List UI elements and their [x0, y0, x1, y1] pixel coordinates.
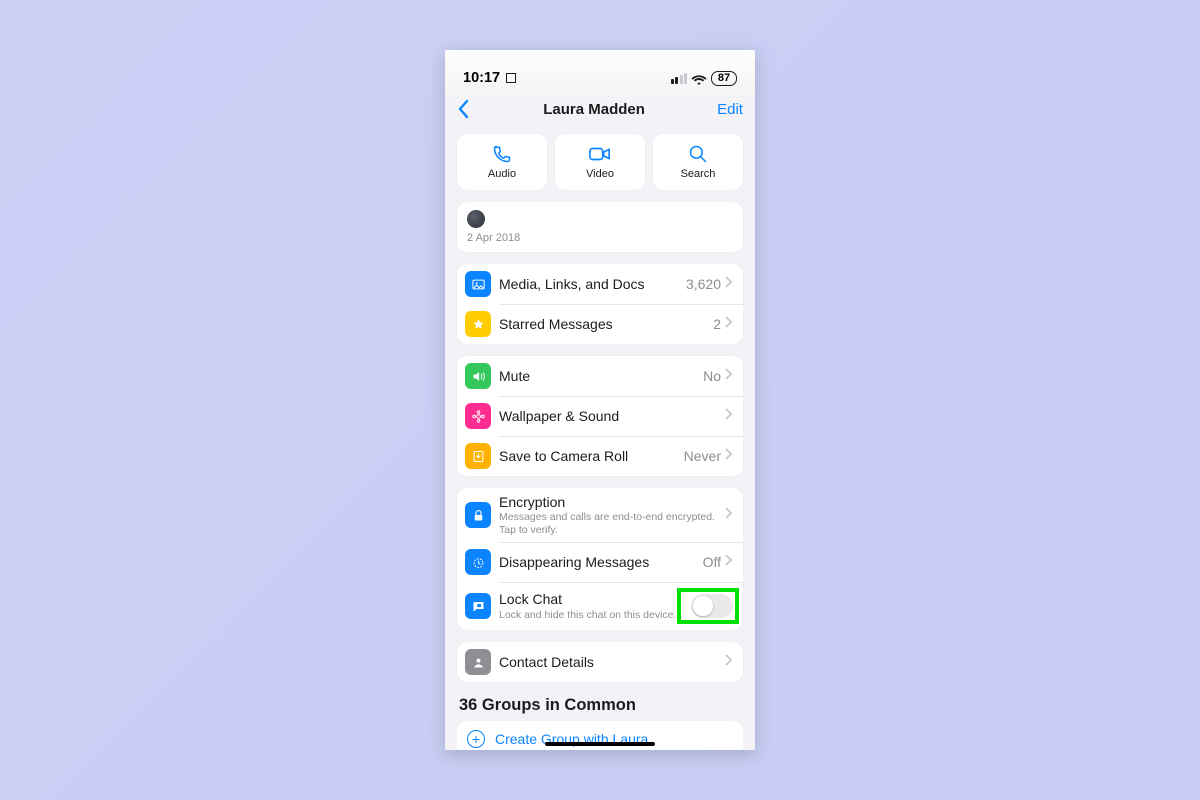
avatar-thumbnail [467, 210, 485, 228]
camera-roll-label: Save to Camera Roll [499, 448, 684, 464]
photos-icon [465, 271, 491, 297]
groups-in-common-title: 36 Groups in Common [459, 696, 741, 715]
starred-label: Starred Messages [499, 316, 713, 332]
video-call-button[interactable]: Video [555, 134, 645, 190]
security-card: Encryption Messages and calls are end-to… [457, 488, 743, 630]
wallpaper-label: Wallpaper & Sound [499, 408, 725, 424]
mute-value: No [703, 368, 721, 384]
chevron-right-icon [725, 315, 733, 333]
action-row: Audio Video Search [457, 134, 743, 190]
encryption-label: Encryption [499, 494, 725, 510]
disappearing-value: Off [703, 554, 721, 570]
content-scroll[interactable]: Audio Video Search 2 Apr 2018 Media, Lin… [445, 126, 755, 750]
search-label: Search [681, 168, 716, 180]
lock-chat-toggle[interactable] [691, 594, 733, 618]
search-icon [688, 144, 708, 164]
video-icon [589, 144, 611, 164]
media-starred-card: Media, Links, and Docs 3,620 Starred Mes… [457, 264, 743, 344]
status-time-text: 10:17 [463, 70, 500, 86]
chevron-right-icon [725, 407, 733, 425]
about-card[interactable]: 2 Apr 2018 [457, 202, 743, 252]
phone-frame: 10:17 87 Laura Madden Edit Audio V [445, 50, 755, 750]
audio-label: Audio [488, 168, 516, 180]
orientation-lock-icon [506, 73, 516, 83]
wallpaper-row[interactable]: Wallpaper & Sound [457, 396, 743, 436]
back-button[interactable] [457, 99, 471, 119]
starred-count: 2 [713, 316, 721, 332]
wifi-icon [691, 73, 707, 85]
chevron-right-icon [725, 447, 733, 465]
status-bar: 10:17 87 [445, 50, 755, 92]
timer-icon [465, 549, 491, 575]
search-button[interactable]: Search [653, 134, 743, 190]
settings-card-1: Mute No Wallpaper & Sound Save to Camera… [457, 356, 743, 476]
chevron-right-icon [725, 653, 733, 671]
battery-indicator: 87 [711, 71, 737, 86]
lock-chat-sub: Lock and hide this chat on this device. [499, 609, 691, 622]
edit-button[interactable]: Edit [717, 101, 743, 118]
camera-roll-value: Never [684, 448, 721, 464]
phone-icon [492, 144, 512, 164]
disappearing-label: Disappearing Messages [499, 554, 703, 570]
status-time: 10:17 [463, 70, 516, 86]
starred-row[interactable]: Starred Messages 2 [457, 304, 743, 344]
about-date: 2 Apr 2018 [467, 232, 733, 244]
chevron-right-icon [725, 553, 733, 571]
chevron-right-icon [725, 275, 733, 293]
video-label: Video [586, 168, 614, 180]
contact-icon [465, 649, 491, 675]
nav-title: Laura Madden [543, 101, 645, 118]
disappearing-row[interactable]: Disappearing Messages Off [457, 542, 743, 582]
nav-header: Laura Madden Edit [445, 92, 755, 126]
lock-chat-row: Lock Chat Lock and hide this chat on thi… [457, 582, 743, 630]
cell-signal-icon [671, 73, 688, 84]
wallpaper-icon [465, 403, 491, 429]
chat-lock-icon [465, 593, 491, 619]
chevron-right-icon [725, 367, 733, 385]
save-icon [465, 443, 491, 469]
encryption-row[interactable]: Encryption Messages and calls are end-to… [457, 488, 743, 542]
contact-card: Contact Details [457, 642, 743, 682]
lock-chat-label: Lock Chat [499, 591, 691, 607]
mute-row[interactable]: Mute No [457, 356, 743, 396]
plus-icon: + [467, 730, 485, 748]
mute-label: Mute [499, 368, 703, 384]
speaker-icon [465, 363, 491, 389]
camera-roll-row[interactable]: Save to Camera Roll Never [457, 436, 743, 476]
encryption-sub: Messages and calls are end-to-end encryp… [499, 511, 725, 536]
media-row[interactable]: Media, Links, and Docs 3,620 [457, 264, 743, 304]
media-count: 3,620 [686, 276, 721, 292]
contact-details-row[interactable]: Contact Details [457, 642, 743, 682]
audio-call-button[interactable]: Audio [457, 134, 547, 190]
status-right: 87 [671, 71, 738, 86]
media-label: Media, Links, and Docs [499, 276, 686, 292]
star-icon [465, 311, 491, 337]
lock-icon [465, 502, 491, 528]
home-indicator[interactable] [545, 742, 655, 746]
chevron-right-icon [725, 506, 733, 524]
contact-details-label: Contact Details [499, 654, 725, 670]
